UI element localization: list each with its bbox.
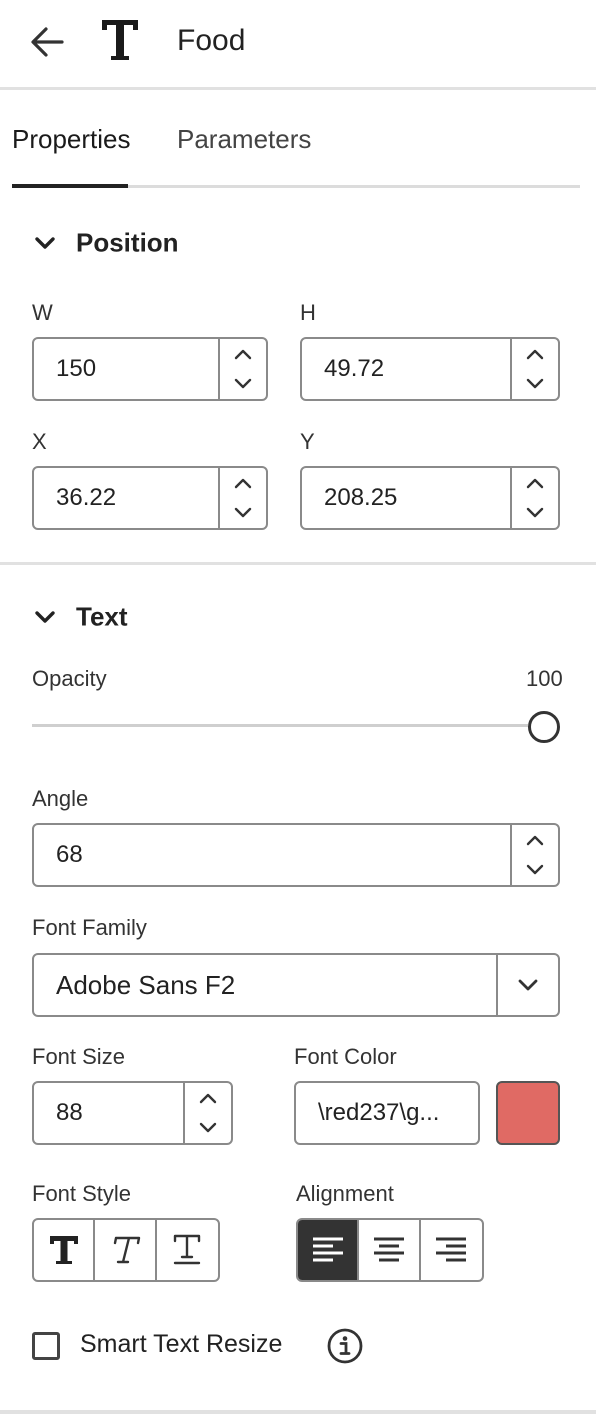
top-bar: Food: [0, 0, 596, 90]
x-stepper[interactable]: 36.22: [32, 466, 268, 530]
text-type-icon: [102, 20, 138, 60]
width-stepper[interactable]: 150: [32, 337, 268, 401]
angle-stepper[interactable]: 68: [32, 823, 560, 887]
font-size-label: Font Size: [32, 1044, 125, 1069]
font-family-select[interactable]: Adobe Sans F2: [32, 953, 560, 1017]
font-size-stepper[interactable]: 88: [32, 1081, 233, 1145]
y-label: Y: [300, 429, 315, 454]
opacity-label: Opacity: [32, 666, 107, 691]
height-stepper[interactable]: 49.72: [300, 337, 560, 401]
width-increment-button[interactable]: [220, 339, 266, 369]
y-stepper[interactable]: 208.25: [300, 466, 560, 530]
opacity-value: 100: [526, 666, 563, 691]
y-increment-button[interactable]: [512, 468, 558, 498]
text-heading: Text: [76, 601, 128, 632]
align-center-button[interactable]: [359, 1220, 421, 1280]
position-heading: Position: [76, 227, 179, 258]
chevron-down-icon: [526, 507, 544, 518]
chevron-down-icon: [518, 979, 538, 991]
y-stepper-arrows: [510, 468, 558, 528]
chevron-down-icon: [234, 507, 252, 518]
bottom-divider: [0, 1410, 596, 1414]
angle-label: Angle: [32, 786, 89, 811]
angle-value[interactable]: 68: [56, 825, 83, 885]
y-value[interactable]: 208.25: [324, 468, 397, 528]
smart-text-resize-checkbox[interactable]: [32, 1332, 60, 1360]
position-section-toggle[interactable]: Position: [32, 226, 179, 259]
font-color-label: Font Color: [294, 1044, 397, 1069]
chevron-up-icon: [234, 478, 252, 489]
chevron-up-icon: [526, 835, 544, 846]
angle-increment-button[interactable]: [512, 825, 558, 855]
text-section-toggle[interactable]: Text: [32, 600, 128, 633]
active-tab-indicator: [12, 184, 128, 188]
height-label: H: [300, 300, 316, 325]
chevron-down-icon: [234, 378, 252, 389]
chevron-down-icon: [199, 1122, 217, 1133]
x-stepper-arrows: [218, 468, 266, 528]
font-color-swatch[interactable]: [496, 1081, 560, 1145]
width-stepper-arrows: [218, 339, 266, 399]
font-size-stepper-arrows: [183, 1083, 231, 1143]
font-style-label: Font Style: [32, 1181, 132, 1206]
info-icon[interactable]: [326, 1327, 364, 1365]
font-style-group: [32, 1218, 220, 1282]
panel-tabs: Properties Parameters: [12, 120, 580, 188]
x-decrement-button[interactable]: [220, 498, 266, 528]
align-right-icon: [436, 1237, 467, 1262]
font-size-increment-button[interactable]: [185, 1083, 231, 1113]
alignment-label: Alignment: [296, 1181, 394, 1206]
x-label: X: [32, 429, 47, 454]
y-decrement-button[interactable]: [512, 498, 558, 528]
font-color-value[interactable]: \red237\g...: [318, 1083, 439, 1143]
height-increment-button[interactable]: [512, 339, 558, 369]
width-label: W: [32, 300, 53, 325]
x-increment-button[interactable]: [220, 468, 266, 498]
font-family-label: Font Family: [32, 915, 147, 940]
chevron-down-icon: [35, 611, 55, 623]
tab-properties[interactable]: Properties: [12, 124, 131, 155]
angle-decrement-button[interactable]: [512, 855, 558, 885]
arrow-left-icon[interactable]: [28, 22, 68, 62]
chevron-up-icon: [234, 349, 252, 360]
width-decrement-button[interactable]: [220, 369, 266, 399]
align-right-button[interactable]: [421, 1220, 482, 1280]
font-size-value[interactable]: 88: [56, 1083, 83, 1143]
italic-text-icon: [113, 1236, 141, 1264]
font-color-input[interactable]: \red237\g...: [294, 1081, 480, 1145]
bold-style-button[interactable]: [34, 1220, 96, 1280]
underline-style-button[interactable]: [157, 1220, 218, 1280]
chevron-up-icon: [526, 349, 544, 360]
layer-title: Food: [177, 24, 246, 57]
height-value[interactable]: 49.72: [324, 339, 384, 399]
align-left-button[interactable]: [298, 1220, 360, 1280]
angle-stepper-arrows: [510, 825, 558, 885]
opacity-slider-track[interactable]: [32, 724, 528, 727]
bold-text-icon: [49, 1236, 78, 1264]
align-center-icon: [374, 1237, 405, 1262]
height-stepper-arrows: [510, 339, 558, 399]
width-value[interactable]: 150: [56, 339, 96, 399]
x-value[interactable]: 36.22: [56, 468, 116, 528]
align-left-icon: [312, 1237, 343, 1262]
smart-text-resize-label: Smart Text Resize: [80, 1330, 283, 1358]
tab-parameters[interactable]: Parameters: [177, 124, 311, 155]
font-family-value: Adobe Sans F2: [56, 970, 236, 1000]
chevron-up-icon: [526, 478, 544, 489]
alignment-group: [296, 1218, 484, 1282]
font-family-dropdown-button[interactable]: [496, 955, 558, 1015]
opacity-slider-thumb[interactable]: [528, 711, 560, 743]
section-divider: [0, 562, 596, 565]
underline-text-icon: [174, 1234, 201, 1265]
chevron-up-icon: [199, 1093, 217, 1104]
chevron-down-icon: [526, 864, 544, 875]
italic-style-button[interactable]: [95, 1220, 157, 1280]
chevron-down-icon: [35, 237, 55, 249]
font-size-decrement-button[interactable]: [185, 1113, 231, 1143]
height-decrement-button[interactable]: [512, 369, 558, 399]
chevron-down-icon: [526, 378, 544, 389]
